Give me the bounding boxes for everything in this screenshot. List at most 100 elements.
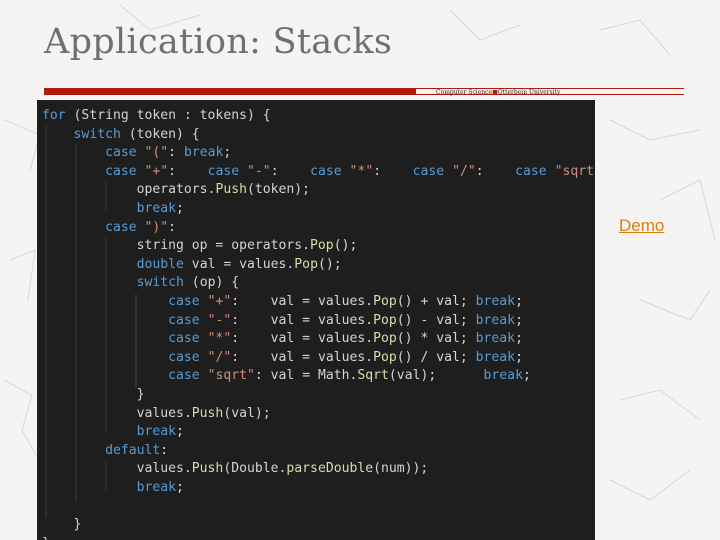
code-token: Push [191, 461, 224, 477]
code-token: (); [333, 238, 358, 254]
code-token: () * val; [396, 331, 476, 347]
code-line: } [42, 516, 595, 535]
code-token: case [105, 163, 137, 179]
code-token: Sqrt [357, 368, 389, 384]
university-department: Computer Science [436, 89, 493, 96]
code-token: case [105, 219, 137, 235]
code-token: Pop [294, 256, 318, 272]
header-rule [44, 88, 684, 95]
code-token: Pop [373, 331, 397, 347]
code-token: () / val; [396, 349, 476, 365]
code-token: break [475, 293, 516, 309]
code-token: break [183, 145, 224, 161]
code-token: case [168, 349, 200, 365]
code-token: "/" [452, 163, 476, 179]
code-token: break [475, 331, 516, 347]
code-token: () + val; [396, 293, 476, 309]
code-token: (val); [388, 368, 484, 384]
code-token: Push [191, 405, 224, 421]
code-token: (token) { [120, 126, 200, 142]
code-token: double [136, 256, 184, 272]
code-token: break [475, 312, 516, 328]
code-token: : [168, 145, 184, 161]
code-line: break; [42, 423, 595, 442]
code-line: for (String token : tokens) { [42, 107, 595, 126]
code-token: ; [522, 368, 531, 384]
code-token: () - val; [396, 312, 476, 328]
code-token: for [42, 108, 66, 123]
code-token: : val = values. [231, 349, 374, 365]
code-line: case "+": case "-": case "*": case "/": … [42, 163, 595, 182]
code-token: values. [42, 461, 192, 477]
code-line: values.Push(Double.parseDouble(num)); [42, 460, 595, 479]
code-token: : [270, 163, 311, 179]
demo-link[interactable]: Demo [619, 216, 664, 236]
university-name: Otterbein University [497, 89, 561, 96]
code-token: Push [215, 182, 247, 198]
code-token: switch [136, 275, 184, 291]
code-token: ; [223, 145, 232, 161]
code-token: } [42, 517, 82, 533]
code-token: ; [176, 424, 184, 440]
code-token: (Double. [223, 461, 287, 477]
code-line: case "/": val = values.Pop() / val; brea… [42, 349, 595, 368]
code-token: : [168, 219, 177, 235]
code-token: ; [515, 293, 523, 309]
code-token: case [310, 163, 342, 179]
code-line: default: [42, 442, 595, 461]
code-line: break; [42, 479, 595, 498]
code-token: values. [42, 405, 192, 421]
code-token: (String token : tokens) { [65, 108, 271, 123]
code-token: case [168, 293, 200, 309]
code-line: break; [42, 200, 595, 219]
code-token: (num)); [373, 461, 429, 477]
code-token: } [42, 536, 50, 540]
code-token: : [168, 163, 208, 179]
code-line: case ")": [42, 219, 595, 238]
code-token: case [168, 331, 200, 347]
code-line: switch (op) { [42, 274, 595, 293]
code-token: : [373, 163, 413, 179]
code-screenshot: for (String token : tokens) { switch (to… [37, 100, 595, 540]
code-token: val = values. [183, 256, 295, 272]
code-token: ; [515, 349, 523, 365]
code-token: break [483, 368, 523, 384]
code-token: ")" [144, 219, 169, 235]
code-token: "sqrt" [207, 368, 255, 384]
code-block: for (String token : tokens) { switch (to… [42, 107, 595, 540]
code-token: } [42, 386, 145, 402]
code-token: break [475, 349, 516, 365]
code-token: "+" [207, 293, 232, 309]
code-token: : val = values. [231, 331, 374, 347]
code-token: ; [176, 479, 184, 495]
code-token: default [105, 442, 161, 458]
code-line: double val = values.Pop(); [42, 256, 595, 275]
code-token: "+" [144, 163, 169, 179]
code-token: "*" [349, 163, 374, 179]
code-line: case "-": val = values.Pop() - val; brea… [42, 312, 595, 331]
code-token: : val = values. [231, 293, 374, 309]
code-line: case "(": break; [42, 144, 595, 163]
